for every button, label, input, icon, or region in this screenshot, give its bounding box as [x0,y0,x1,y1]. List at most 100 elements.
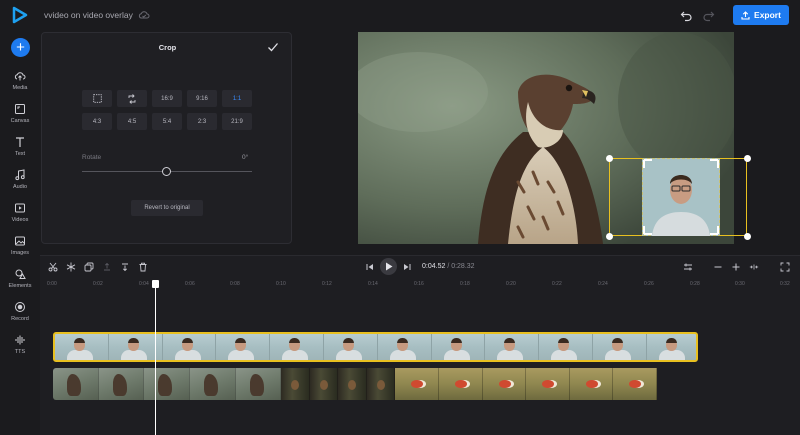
add-button[interactable]: + [11,38,30,57]
export-label: Export [754,10,781,20]
sidebar-item-label: Images [10,250,30,256]
clip-thumbnail [281,368,310,400]
fullscreen-icon[interactable] [780,262,790,272]
rotate-value: 0° [242,154,249,161]
revert-to-original-button[interactable]: Revert to original [131,200,203,216]
rotate-label: Rotate [82,154,102,161]
skip-back-icon[interactable] [365,262,375,272]
redo-icon[interactable] [702,9,715,22]
ratio-4-3-button[interactable]: 4:3 [82,113,112,130]
clip-thumbnail [235,368,282,400]
app-logo[interactable] [11,6,29,24]
clip-hawk[interactable] [53,368,282,400]
tick-label: 0:10 [276,281,286,287]
ratio-2-3-button[interactable]: 2:3 [187,113,217,130]
resize-handle-top-right[interactable] [744,155,751,162]
preview-area [296,30,800,255]
zoom-in-icon[interactable] [731,262,741,272]
move-up-icon[interactable] [102,262,112,272]
top-bar: vvideo on video overlay Export [0,0,800,30]
fit-timeline-icon[interactable] [749,262,759,272]
sidebar-item-tts[interactable]: TTS [0,334,40,364]
crop-panel-title: Crop [158,43,177,52]
duplicate-icon[interactable] [84,262,94,272]
sidebar-item-images[interactable]: Images [0,235,40,265]
clip-thumbnail [323,334,378,360]
clip-thumbnail [526,368,570,400]
clip-woodpecker[interactable] [395,368,657,400]
elements-icon [15,269,26,279]
export-button[interactable]: Export [733,5,789,25]
sidebar-item-media[interactable]: Media [0,70,40,100]
freeze-icon[interactable] [66,262,76,272]
total-time: / 0:28.32 [447,263,475,270]
zoom-out-icon[interactable] [713,262,723,272]
rotate-slider-thumb[interactable] [162,167,171,176]
clip-thumbnail [98,368,145,400]
text-icon [16,137,24,147]
play-button[interactable] [380,258,397,275]
flip-crop-button[interactable] [117,90,147,107]
tick-label: 0:04 [139,281,149,287]
sidebar-item-label: Canvas [10,118,30,124]
freeform-crop-button[interactable] [82,90,112,107]
overlay-video-track[interactable] [53,332,698,362]
ratio-1-1-button[interactable]: 1:1 [222,90,252,107]
move-down-icon[interactable] [120,262,130,272]
clip-thumbnail [162,334,217,360]
clip-thumbnail [55,334,109,360]
clip-forest-bird[interactable] [281,368,396,400]
sidebar-item-label: Media [12,85,28,91]
tick-label: 0:24 [598,281,608,287]
clip-thumbnail [569,368,614,400]
resize-handle-bottom-right[interactable] [744,233,751,240]
clip-thumbnail [482,368,527,400]
sidebar-item-label: TTS [14,349,26,355]
clip-thumbnail [439,368,483,400]
clip-thumbnail [646,334,696,360]
tick-label: 0:12 [322,281,332,287]
playhead-handle[interactable] [152,280,159,288]
timeline-toolbar: 0:04.52 / 0:28.32 [40,256,800,278]
sidebar-item-text[interactable]: Text [0,136,40,166]
overlay-person-image [641,157,721,237]
clip-thumbnail [592,334,647,360]
sidebar: + Media Canvas Text Audio Videos Images … [0,30,40,435]
sidebar-item-record[interactable]: Record [0,301,40,331]
sidebar-item-canvas[interactable]: Canvas [0,103,40,133]
clip-thumbnail [485,334,540,360]
clip-thumbnail [431,334,486,360]
tick-label: 0:28 [690,281,700,287]
trash-icon[interactable] [138,262,148,272]
ratio-4-5-button[interactable]: 4:5 [117,113,147,130]
ratio-21-9-button[interactable]: 21:9 [222,113,252,130]
ratio-16-9-button[interactable]: 16:9 [152,90,182,107]
sidebar-item-videos[interactable]: Videos [0,202,40,232]
fit-track-icon[interactable] [683,262,693,272]
resize-handle-bottom-left[interactable] [606,233,613,240]
tick-label: 0:18 [460,281,470,287]
undo-icon[interactable] [680,9,693,22]
main-video-track [53,368,662,400]
playhead-line[interactable] [155,280,156,435]
tick-label: 0:30 [735,281,745,287]
sidebar-item-audio[interactable]: Audio [0,169,40,199]
clip-thumbnail [216,334,271,360]
ratio-9-16-button[interactable]: 9:16 [187,90,217,107]
sidebar-item-elements[interactable]: Elements [0,268,40,298]
clip-thumbnail [395,368,440,400]
ratio-5-4-button[interactable]: 5:4 [152,113,182,130]
project-title[interactable]: vvideo on video overlay [44,10,133,20]
clip-thumbnail [190,368,236,400]
video-editor-app: vvideo on video overlay Export + Media C… [0,0,800,435]
clip-thumbnail [613,368,657,400]
play-icon [386,262,393,271]
skip-forward-icon[interactable] [402,262,412,272]
timecode: 0:04.52 / 0:28.32 [422,263,475,270]
resize-handle-top-left[interactable] [606,155,613,162]
check-icon[interactable] [267,41,279,53]
scissors-icon[interactable] [48,262,58,272]
sidebar-item-label: Audio [12,184,28,190]
sidebar-item-label: Record [11,316,29,322]
overlay-video-crop-region[interactable] [641,157,721,237]
